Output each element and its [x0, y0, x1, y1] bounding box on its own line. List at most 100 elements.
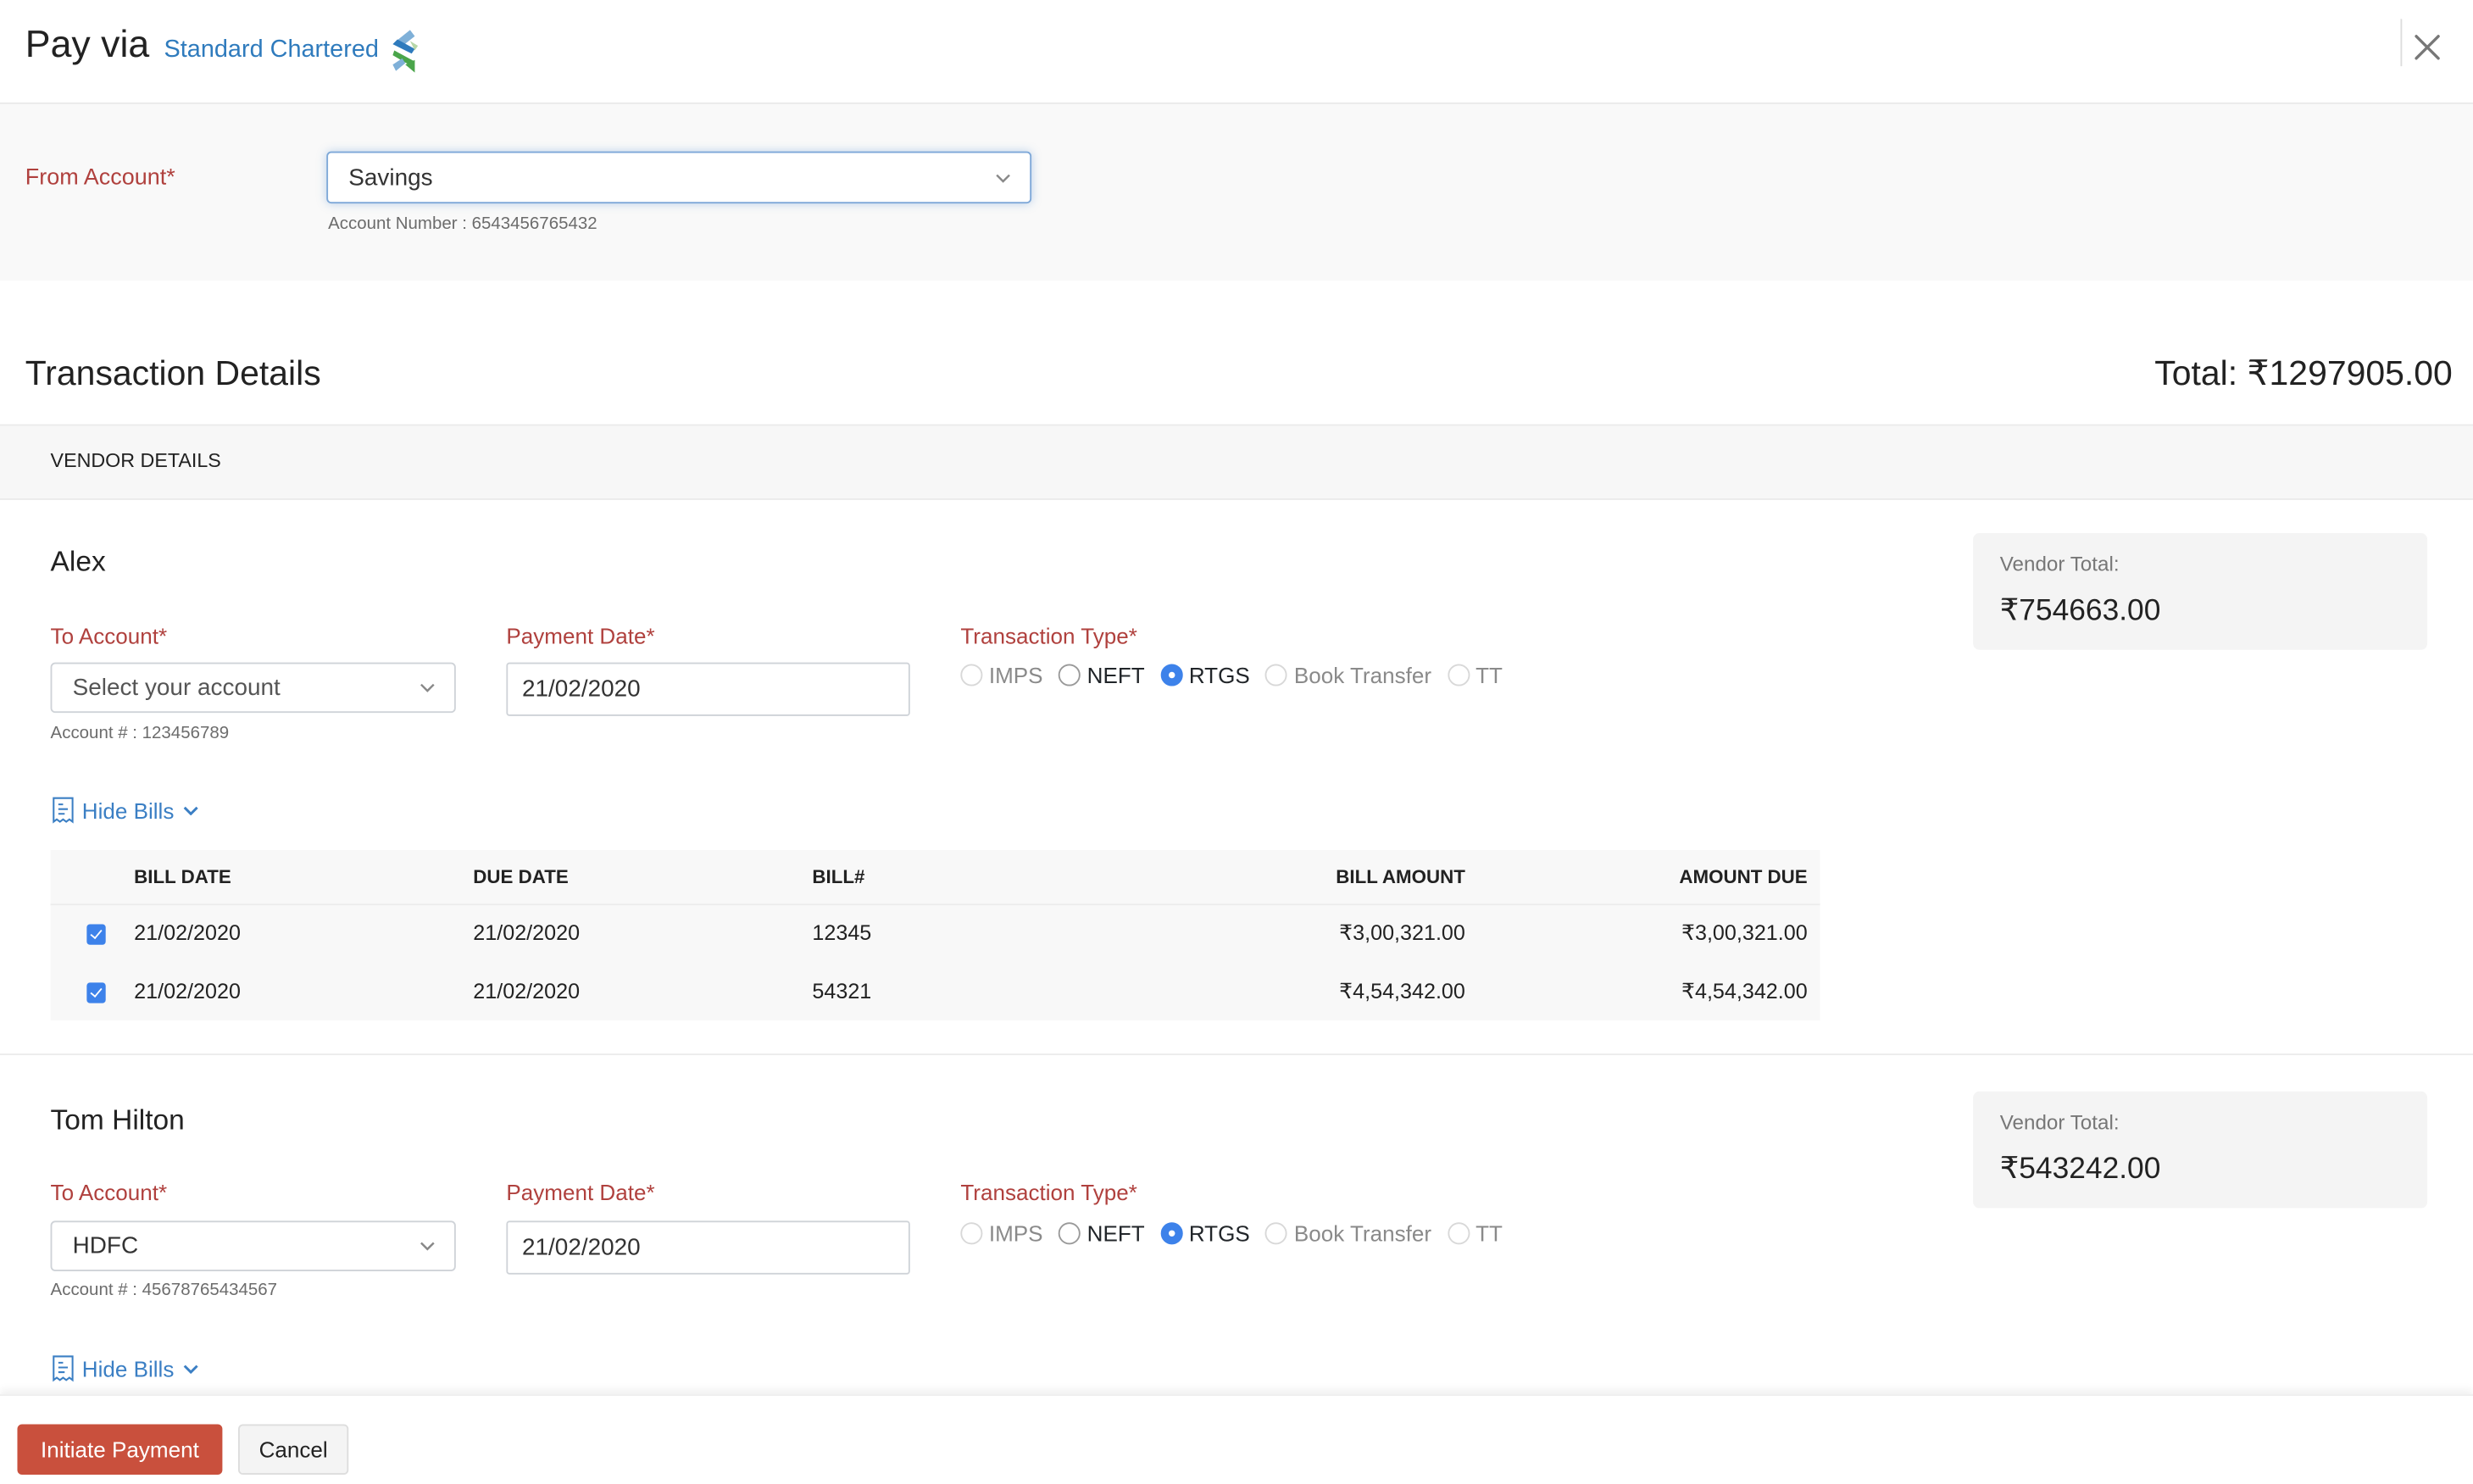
- initiate-payment-button[interactable]: Initiate Payment: [17, 1424, 223, 1476]
- standard-chartered-logo-icon: [392, 30, 419, 73]
- to-account-label: To Account*: [50, 623, 168, 648]
- dialog-title: Pay via: [25, 23, 150, 67]
- transaction-type-radio-group: IMPS NEFT RTGS Book Transfer TT: [960, 1220, 1518, 1246]
- radio-circle: [1059, 664, 1081, 686]
- to-account-label: To Account*: [50, 1180, 168, 1205]
- chevron-down-icon: [420, 1242, 435, 1251]
- hide-bills-toggle[interactable]: Hide Bills: [52, 1355, 207, 1383]
- to-account-value: HDFC: [72, 1232, 139, 1260]
- radio-tt[interactable]: TT: [1447, 1220, 1503, 1247]
- radio-circle: [960, 664, 983, 686]
- bill-checkbox[interactable]: [86, 982, 106, 1003]
- vendor-total-label: Vendor Total:: [1999, 552, 2120, 576]
- header-separator: [2400, 19, 2403, 67]
- vendor-details-label: VENDOR DETAILS: [50, 449, 221, 472]
- cancel-button[interactable]: Cancel: [238, 1424, 349, 1476]
- receipt-icon: [53, 797, 74, 824]
- transaction-details-title: Transaction Details: [25, 353, 321, 393]
- from-account-value: Savings: [348, 164, 433, 192]
- header-divider: [50, 903, 1820, 906]
- due-date: 21/02/2020: [473, 920, 581, 945]
- radio-circle: [1160, 664, 1183, 686]
- amount-due: ₹3,00,321.00: [1681, 920, 1808, 945]
- vendor-total-value: ₹754663.00: [1999, 594, 2161, 628]
- radio-imps[interactable]: IMPS: [960, 1220, 1043, 1247]
- radio-label: IMPS: [988, 662, 1043, 688]
- hide-bills-label: Hide Bills: [81, 1356, 175, 1382]
- radio-circle: [960, 1222, 983, 1245]
- bank-name: Standard Chartered: [164, 36, 379, 64]
- to-account-select[interactable]: Select your account: [50, 662, 456, 714]
- transaction-type-label: Transaction Type*: [960, 1180, 1137, 1205]
- receipt-icon: [53, 1355, 74, 1382]
- payment-date-input[interactable]: 21/02/2020: [506, 662, 910, 716]
- vendor-total-label: Vendor Total:: [1999, 1110, 2120, 1135]
- bill-amount: ₹4,54,342.00: [1339, 979, 1465, 1003]
- chevron-down-icon: [420, 683, 435, 692]
- radio-label: NEFT: [1086, 1220, 1145, 1247]
- bill-number: 12345: [812, 920, 872, 945]
- radio-circle: [1447, 1222, 1470, 1245]
- dialog-footer: Initiate Payment Cancel: [0, 1394, 2473, 1484]
- radio-label: Book Transfer: [1293, 662, 1432, 688]
- bill-checkbox[interactable]: [86, 924, 106, 945]
- radio-neft[interactable]: NEFT: [1059, 662, 1145, 688]
- transaction-type-label: Transaction Type*: [960, 623, 1137, 648]
- vendor-details-header: VENDOR DETAILS: [0, 424, 2473, 500]
- close-icon[interactable]: [2411, 31, 2442, 63]
- radio-label: TT: [1475, 662, 1503, 688]
- payment-date-value: 21/02/2020: [521, 1234, 641, 1261]
- radio-book-transfer[interactable]: Book Transfer: [1265, 662, 1432, 688]
- to-account-number: Account # : 45678765434567: [50, 1281, 278, 1300]
- payment-date-label: Payment Date*: [506, 623, 655, 648]
- bill-amount: ₹3,00,321.00: [1339, 920, 1465, 945]
- radio-label: TT: [1475, 1220, 1503, 1247]
- transaction-type-radio-group: IMPS NEFT RTGS Book Transfer TT: [960, 662, 1518, 688]
- grand-total: Total: ₹1297905.00: [2154, 353, 2453, 393]
- to-account-select[interactable]: HDFC: [50, 1220, 456, 1271]
- radio-label: IMPS: [988, 1220, 1043, 1247]
- vendor-total-card: Vendor Total: ₹543242.00: [1973, 1091, 2428, 1209]
- column-header-due-date: DUE DATE: [473, 865, 569, 888]
- payment-date-value: 21/02/2020: [521, 675, 641, 703]
- column-header-bill-number: BILL#: [812, 865, 865, 888]
- radio-imps[interactable]: IMPS: [960, 662, 1043, 688]
- radio-neft[interactable]: NEFT: [1059, 1220, 1145, 1246]
- radio-circle: [1447, 664, 1470, 686]
- bill-date: 21/02/2020: [134, 920, 241, 945]
- payment-date-input[interactable]: 21/02/2020: [506, 1220, 910, 1275]
- vendor-total-value: ₹543242.00: [1999, 1153, 2161, 1187]
- to-account-value: Select your account: [72, 674, 281, 702]
- radio-label: RTGS: [1188, 1220, 1250, 1247]
- radio-circle: [1265, 664, 1288, 686]
- column-header-bill-date: BILL DATE: [134, 865, 231, 888]
- radio-rtgs[interactable]: RTGS: [1160, 1220, 1250, 1247]
- chevron-down-icon: [184, 806, 199, 816]
- bill-number: 54321: [812, 979, 872, 1003]
- vendor-divider: [0, 1053, 2473, 1056]
- dialog-header: Pay via Standard Chartered: [0, 0, 2473, 104]
- bill-date: 21/02/2020: [134, 979, 241, 1003]
- amount-due: ₹4,54,342.00: [1681, 979, 1808, 1003]
- radio-label: NEFT: [1086, 662, 1145, 688]
- from-account-label: From Account*: [25, 165, 175, 192]
- from-account-select[interactable]: Savings: [326, 151, 1032, 204]
- chevron-down-icon: [184, 1365, 199, 1374]
- vendor-name: Tom Hilton: [50, 1103, 185, 1136]
- radio-tt[interactable]: TT: [1447, 662, 1503, 688]
- radio-circle: [1059, 1222, 1081, 1245]
- radio-book-transfer[interactable]: Book Transfer: [1265, 1220, 1431, 1246]
- radio-rtgs[interactable]: RTGS: [1160, 663, 1250, 687]
- radio-circle: [1160, 1222, 1183, 1245]
- vendor-total-card: Vendor Total: ₹754663.00: [1973, 533, 2428, 650]
- due-date: 21/02/2020: [473, 979, 581, 1003]
- vendor-name: Alex: [50, 545, 106, 578]
- chevron-down-icon: [996, 173, 1010, 182]
- from-account-section: From Account* Savings Account Number : 6…: [0, 103, 2473, 281]
- pay-via-dialog: Pay via Standard Chartered From Account*…: [0, 0, 2473, 1484]
- column-header-amount-due: AMOUNT DUE: [1679, 865, 1808, 888]
- bills-table: BILL DATE DUE DATE BILL# BILL AMOUNT AMO…: [50, 850, 1820, 1021]
- hide-bills-toggle[interactable]: Hide Bills: [52, 797, 207, 825]
- payment-date-label: Payment Date*: [506, 1180, 655, 1205]
- hide-bills-label: Hide Bills: [81, 798, 175, 824]
